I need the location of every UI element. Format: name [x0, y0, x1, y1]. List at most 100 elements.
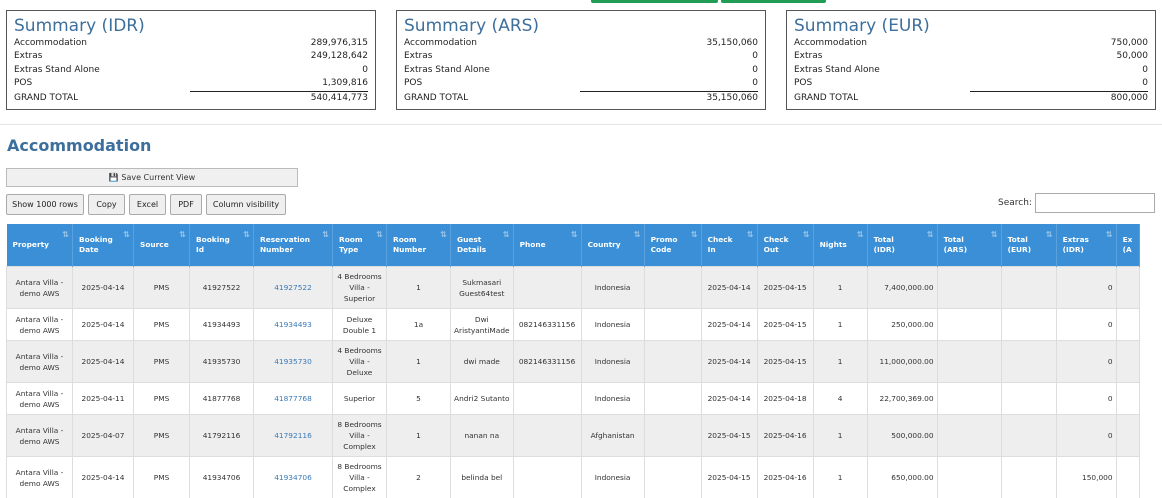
sort-icon[interactable]: ⇅ — [123, 230, 130, 240]
cell-source: PMS — [133, 266, 190, 309]
column-header[interactable]: Nights ⇅ — [813, 224, 868, 267]
summary-label: Accommodation — [14, 38, 87, 48]
reservation-link[interactable]: 41792116 — [274, 431, 312, 440]
sort-icon[interactable]: ⇅ — [991, 230, 998, 240]
summary-value: 0 — [1142, 64, 1148, 75]
column-header[interactable]: Check In ⇅ — [701, 224, 758, 267]
column-header[interactable]: Country ⇅ — [581, 224, 645, 267]
reservation-link[interactable]: 41934706 — [274, 473, 312, 482]
cell-source: PMS — [133, 382, 190, 415]
table-row[interactable]: Antara Villa - demo AWS 2025-04-07 PMS 4179… — [6, 414, 1140, 457]
summary-value: 540,414,773 — [310, 92, 368, 103]
cell-room-type: Deluxe Double 1 — [332, 308, 387, 341]
column-header-label: Reservation — [260, 235, 310, 244]
reservation-link[interactable]: 41927522 — [274, 283, 312, 292]
cell-total-ars — [936, 414, 1002, 457]
copy-button[interactable]: Copy — [88, 194, 125, 215]
summary-eur-card: Summary (EUR) Accommodation 750,000 Extra… — [786, 10, 1156, 110]
table-row[interactable]: Antara Villa - demo AWS 2025-04-14 PMS 4192… — [6, 266, 1140, 309]
sort-icon[interactable]: ⇅ — [747, 230, 754, 240]
column-header[interactable]: Guest Details ⇅ — [450, 224, 514, 267]
cell-check-out: 2025-04-15 — [756, 308, 814, 341]
sort-icon[interactable]: ⇅ — [571, 230, 578, 240]
cell-phone: 082146331156 — [512, 308, 582, 341]
column-header[interactable]: Phone ⇅ — [513, 224, 582, 267]
excel-button[interactable]: Excel — [129, 194, 166, 215]
sort-icon[interactable]: ⇅ — [857, 230, 864, 240]
sort-icon[interactable]: ⇅ — [927, 230, 934, 240]
save-current-view-button[interactable]: 💾 Save Current View — [6, 168, 298, 187]
summary-idr-card: Summary (IDR) Accommodation 289,976,315 E… — [6, 10, 376, 110]
sort-icon[interactable]: ⇅ — [322, 230, 329, 240]
cell-reservation[interactable]: 41934706 — [253, 456, 333, 498]
column-header[interactable]: Total (EUR) ⇅ — [1001, 224, 1057, 267]
column-header[interactable]: Total (IDR) ⇅ — [867, 224, 938, 267]
summary-value: 249,128,642 — [310, 51, 368, 62]
reservation-link[interactable]: 41934493 — [274, 320, 312, 329]
table-row[interactable]: Antara Villa - demo AWS 2025-04-14 PMS 4193… — [6, 308, 1140, 341]
column-header[interactable]: Reservation Number ⇅ — [253, 224, 333, 267]
column-header-label: Total — [943, 235, 964, 244]
reservation-link[interactable]: 41935730 — [274, 357, 312, 366]
cell-room-type: 8 Bedrooms Villa - Complex — [332, 414, 387, 457]
search-input[interactable] — [1035, 193, 1155, 213]
cell-phone — [512, 456, 582, 498]
show-rows-button[interactable]: Show 1000 rows — [6, 194, 84, 215]
column-header-label: Total — [1007, 235, 1028, 244]
column-header-label: (EUR) — [1007, 245, 1032, 254]
sort-icon[interactable]: ⇅ — [803, 230, 810, 240]
pdf-button[interactable]: PDF — [170, 194, 202, 215]
cell-country: Indonesia — [580, 456, 645, 498]
summary-label: Accommodation — [794, 38, 867, 48]
cell-room-number: 1 — [386, 414, 451, 457]
sort-icon[interactable]: ⇅ — [440, 230, 447, 240]
sort-icon[interactable]: ⇅ — [634, 230, 641, 240]
cell-extras-ars — [1115, 414, 1140, 457]
cell-reservation[interactable]: 41934493 — [253, 308, 333, 341]
sort-icon[interactable]: ⇅ — [503, 230, 510, 240]
column-header[interactable]: Promo Code ⇅ — [644, 224, 702, 267]
accommodation-table-wrapper[interactable]: Property ⇅ Booking Date ⇅ Source ⇅ Booking Id ⇅ Re… — [6, 224, 1162, 498]
column-visibility-button[interactable]: Column visibility — [206, 194, 286, 215]
column-header[interactable]: Source ⇅ — [133, 224, 190, 267]
search-label: Search: — [998, 198, 1032, 208]
column-header-label: (A — [1122, 245, 1132, 254]
column-header-label: Id — [196, 245, 205, 254]
summary-label: GRAND TOTAL — [794, 92, 859, 103]
column-header[interactable]: Booking Id ⇅ — [189, 224, 254, 267]
column-header[interactable]: Check Out ⇅ — [757, 224, 814, 267]
column-header[interactable]: Room Number ⇅ — [386, 224, 451, 267]
cell-total-eur — [1000, 308, 1057, 341]
cell-nights: 1 — [812, 456, 868, 498]
cell-booking-date: 2025-04-11 — [72, 382, 134, 415]
summary-label: Extras Stand Alone — [794, 64, 880, 75]
top-action-button-2[interactable] — [721, 0, 826, 3]
sort-icon[interactable]: ⇅ — [1046, 230, 1053, 240]
cell-source: PMS — [133, 340, 190, 383]
column-header[interactable]: Booking Date ⇅ — [72, 224, 134, 267]
column-header[interactable]: Ex (A — [1116, 224, 1140, 267]
sort-icon[interactable]: ⇅ — [243, 230, 250, 240]
sort-icon[interactable]: ⇅ — [179, 230, 186, 240]
sort-icon[interactable]: ⇅ — [62, 230, 69, 240]
summary-value: 0 — [362, 64, 368, 75]
sort-icon[interactable]: ⇅ — [376, 230, 383, 240]
column-header[interactable]: Total (ARS) ⇅ — [937, 224, 1002, 267]
table-row[interactable]: Antara Villa - demo AWS 2025-04-11 PMS 4187… — [6, 382, 1140, 415]
sort-icon[interactable]: ⇅ — [1106, 230, 1113, 240]
column-header[interactable]: Extras (IDR) ⇅ — [1056, 224, 1117, 267]
accommodation-table: Property ⇅ Booking Date ⇅ Source ⇅ Booking Id ⇅ Re… — [6, 224, 1140, 498]
cell-reservation[interactable]: 41927522 — [253, 266, 333, 309]
reservation-link[interactable]: 41877768 — [274, 394, 312, 403]
table-row[interactable]: Antara Villa - demo AWS 2025-04-14 PMS 4193… — [6, 456, 1140, 498]
cell-reservation[interactable]: 41935730 — [253, 340, 333, 383]
cell-reservation[interactable]: 41877768 — [253, 382, 333, 415]
table-row[interactable]: Antara Villa - demo AWS 2025-04-14 PMS 4193… — [6, 340, 1140, 383]
column-header-label: Type — [339, 245, 359, 254]
top-action-button-1[interactable] — [591, 0, 718, 3]
column-header[interactable]: Room Type ⇅ — [332, 224, 387, 267]
cell-total-idr: 500,000.00 — [866, 414, 938, 457]
column-header[interactable]: Property ⇅ — [6, 224, 73, 267]
cell-reservation[interactable]: 41792116 — [253, 414, 333, 457]
sort-icon[interactable]: ⇅ — [691, 230, 698, 240]
